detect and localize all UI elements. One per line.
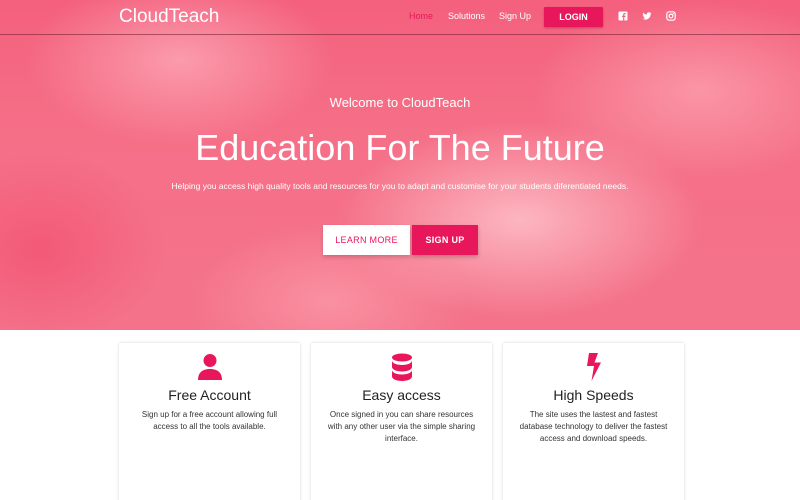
feature-card-easy-access: Easy access Once signed in you can share… (311, 343, 492, 500)
nav-link-home[interactable]: Home (409, 11, 433, 21)
instagram-icon[interactable] (666, 11, 676, 21)
feature-card-high-speeds: High Speeds The site uses the lastest an… (503, 343, 684, 500)
navbar: CloudTeach Home Solutions Sign Up LOGIN (0, 0, 800, 35)
feature-description: The site uses the lastest and fastest da… (519, 410, 668, 443)
nav-link-sign-up[interactable]: Sign Up (499, 11, 531, 21)
database-icon (391, 353, 412, 381)
sign-up-button[interactable]: SIGN UP (412, 225, 478, 255)
feature-title: Free Account (168, 387, 251, 403)
user-icon (197, 354, 222, 380)
learn-more-button[interactable]: LEARN MORE (323, 225, 410, 255)
hero-section: CloudTeach Home Solutions Sign Up LOGIN … (0, 0, 800, 330)
brand-logo[interactable]: CloudTeach (119, 6, 219, 28)
hero-headline: Education For The Future (195, 127, 605, 168)
feature-title: High Speeds (553, 387, 634, 403)
feature-description: Once signed in you can share resources w… (327, 410, 476, 443)
bolt-icon (586, 353, 601, 381)
feature-description: Sign up for a free account allowing full… (141, 410, 278, 431)
twitter-icon[interactable] (642, 11, 652, 21)
login-button[interactable]: LOGIN (544, 7, 603, 27)
feature-title: Easy access (362, 387, 441, 403)
welcome-text: Welcome to CloudTeach (329, 95, 471, 110)
hero-subtitle: Helping you access high quality tools an… (171, 181, 629, 191)
facebook-icon[interactable] (618, 11, 628, 21)
feature-card-free-account: Free Account Sign up for a free account … (119, 343, 300, 500)
nav-link-solutions[interactable]: Solutions (448, 11, 485, 21)
